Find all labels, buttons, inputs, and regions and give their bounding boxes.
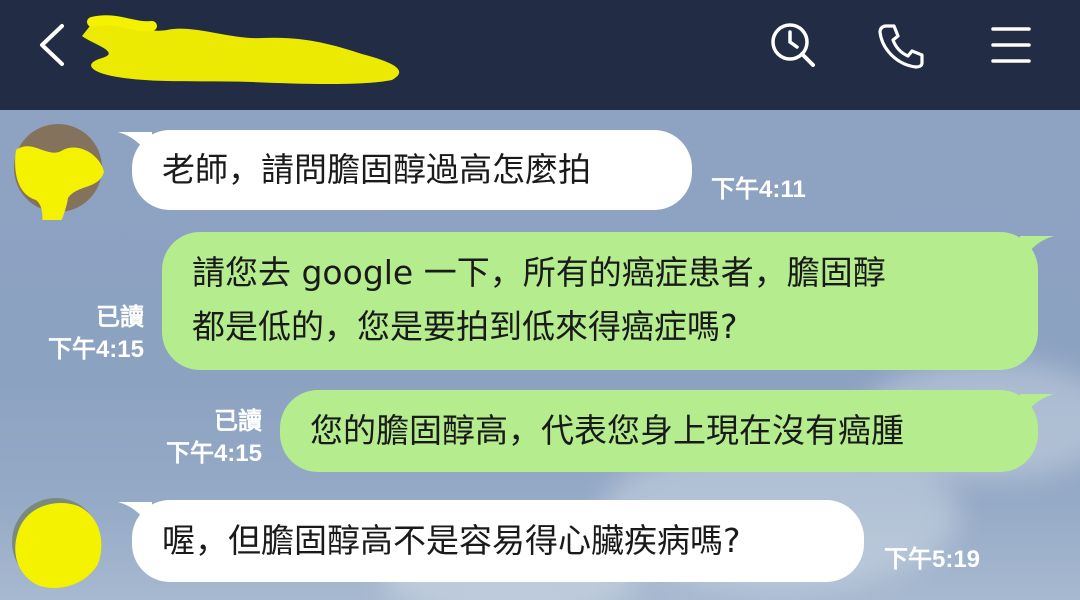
message-time: 下午4:15 xyxy=(165,440,262,467)
message-line: 都是低的，您是要拍到低來得癌症嗎? xyxy=(192,307,738,346)
message-line: 請您去 google 一下，所有的癌症患者，膽固醇 xyxy=(192,253,886,292)
read-receipt: 已讀 xyxy=(96,304,144,331)
message-bubble-incoming[interactable]: 喔，但膽固醇高不是容易得心臟疾病嗎? xyxy=(132,500,864,582)
message-time: 下午5:19 xyxy=(884,546,981,573)
message-bubble-outgoing[interactable]: 請您去 google 一下，所有的癌症患者，膽固醇 都是低的，您是要拍到低來得癌… xyxy=(162,232,1038,370)
menu-icon[interactable] xyxy=(986,20,1036,70)
bubble-tail xyxy=(1020,236,1054,264)
message-text: 喔，但膽固醇高不是容易得心臟疾病嗎? xyxy=(162,521,741,560)
bubble-tail xyxy=(1020,394,1054,422)
contact-avatar[interactable] xyxy=(6,492,106,592)
search-clock-icon[interactable] xyxy=(768,20,818,70)
message-bubble-outgoing[interactable]: 您的膽固醇高，代表您身上現在沒有癌腫 xyxy=(280,390,1038,472)
contact-name-redaction xyxy=(82,15,400,84)
message-text: 您的膽固醇高，代表您身上現在沒有癌腫 xyxy=(310,411,904,450)
message-bubble-incoming[interactable]: 老師，請問膽固醇過高怎麼拍 xyxy=(132,130,692,210)
message-time: 下午4:15 xyxy=(47,336,144,363)
contact-avatar[interactable] xyxy=(8,120,108,220)
chat-header xyxy=(0,0,1080,110)
chat-area[interactable]: 老師，請問膽固醇過高怎麼拍 下午4:11 已讀 下午4:15 請您去 googl… xyxy=(0,110,1080,600)
phone-icon[interactable] xyxy=(876,20,926,70)
message-time: 下午4:11 xyxy=(711,176,806,203)
read-receipt: 已讀 xyxy=(214,408,262,435)
message-text: 老師，請問膽固醇過高怎麼拍 xyxy=(162,150,591,189)
